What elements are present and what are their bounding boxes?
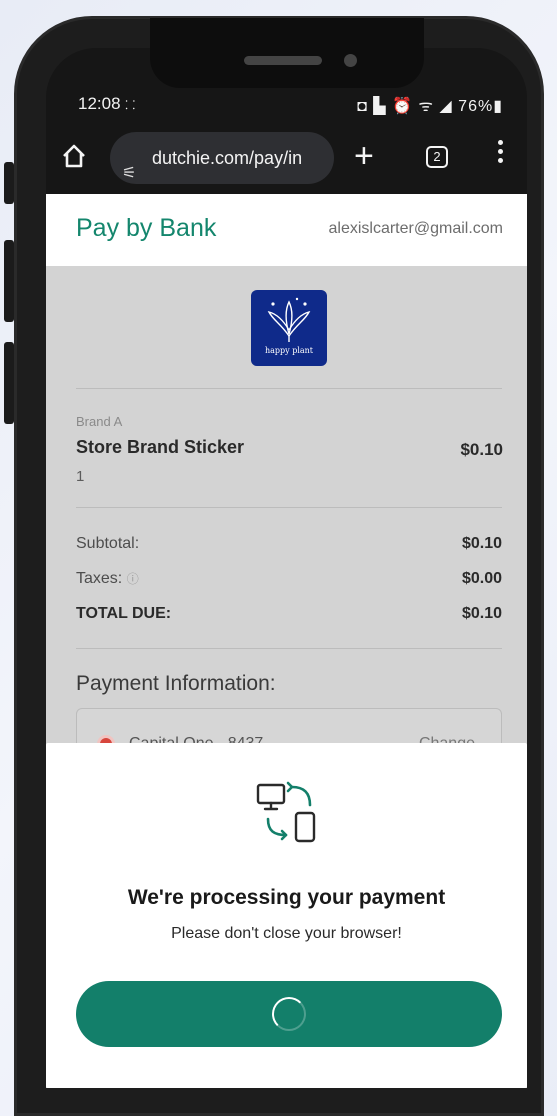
status-icons: ◘ ▙ ⏰ ᯤ ◢ 76%▮ <box>357 98 503 115</box>
phone-notch <box>150 18 424 88</box>
divider <box>76 507 502 508</box>
subtotal-value: $0.10 <box>461 535 502 552</box>
phone-volume-up <box>4 240 14 322</box>
processing-subtitle: Please don't close your browser! <box>171 925 402 942</box>
processing-button[interactable] <box>76 981 502 1047</box>
taxes-label: Taxes: <box>76 570 123 587</box>
phone-volume-down <box>4 342 14 424</box>
item-brand: Brand A <box>76 414 123 429</box>
total-row: TOTAL DUE: $0.10 <box>76 605 502 623</box>
store-logo: happy plant <box>251 290 327 366</box>
phone-side-button <box>4 162 14 204</box>
payment-info-title: Payment Information: <box>76 672 276 695</box>
processing-title: We're processing your payment <box>127 886 446 909</box>
payment-page: Pay by Bank alexislcarter@gmail.com happ… <box>46 194 527 1088</box>
browser-toolbar: ⚟ dutchie.com/pay/in + 2 <box>46 128 527 194</box>
taxes-value: $0.00 <box>461 570 502 587</box>
total-value: $0.10 <box>461 605 502 622</box>
loading-spinner-icon <box>272 997 306 1031</box>
subtotal-label: Subtotal: <box>76 535 140 552</box>
subtotal-row: Subtotal: $0.10 <box>76 535 502 553</box>
site-settings-icon[interactable]: ⚟ <box>122 148 136 184</box>
new-tab-icon[interactable]: + <box>354 136 374 176</box>
page-title: Pay by Bank <box>76 214 217 242</box>
status-time: 12:08 ⸬ <box>78 94 136 113</box>
user-email: alexislcarter@gmail.com <box>328 220 503 237</box>
page-header: Pay by Bank alexislcarter@gmail.com <box>46 194 527 266</box>
info-icon[interactable]: ⓘ <box>127 572 139 586</box>
tab-switcher-icon[interactable]: 2 <box>426 146 448 168</box>
logo-text: happy plant <box>264 346 314 355</box>
processing-sheet: We're processing your payment Please don… <box>46 743 527 1088</box>
item-price: $0.10 <box>460 440 503 459</box>
phone-camera <box>344 54 357 67</box>
taxes-row: Taxes: ⓘ $0.00 <box>76 570 502 588</box>
url-bar[interactable]: ⚟ dutchie.com/pay/in <box>110 132 334 184</box>
status-bar: 12:08 ⸬ ◘ ▙ ⏰ ᯤ ◢ 76%▮ <box>46 90 527 120</box>
more-menu-icon[interactable] <box>498 140 504 167</box>
item-quantity: 1 <box>76 468 85 485</box>
device-sync-icon <box>256 781 316 843</box>
item-name: Store Brand Sticker <box>76 437 245 457</box>
phone-speaker <box>244 56 322 65</box>
total-label: TOTAL DUE: <box>76 605 172 622</box>
url-text: dutchie.com/pay/in <box>152 148 303 168</box>
leaf-icon <box>267 297 311 342</box>
divider <box>76 648 502 649</box>
divider <box>76 388 502 389</box>
home-icon[interactable] <box>60 142 88 170</box>
